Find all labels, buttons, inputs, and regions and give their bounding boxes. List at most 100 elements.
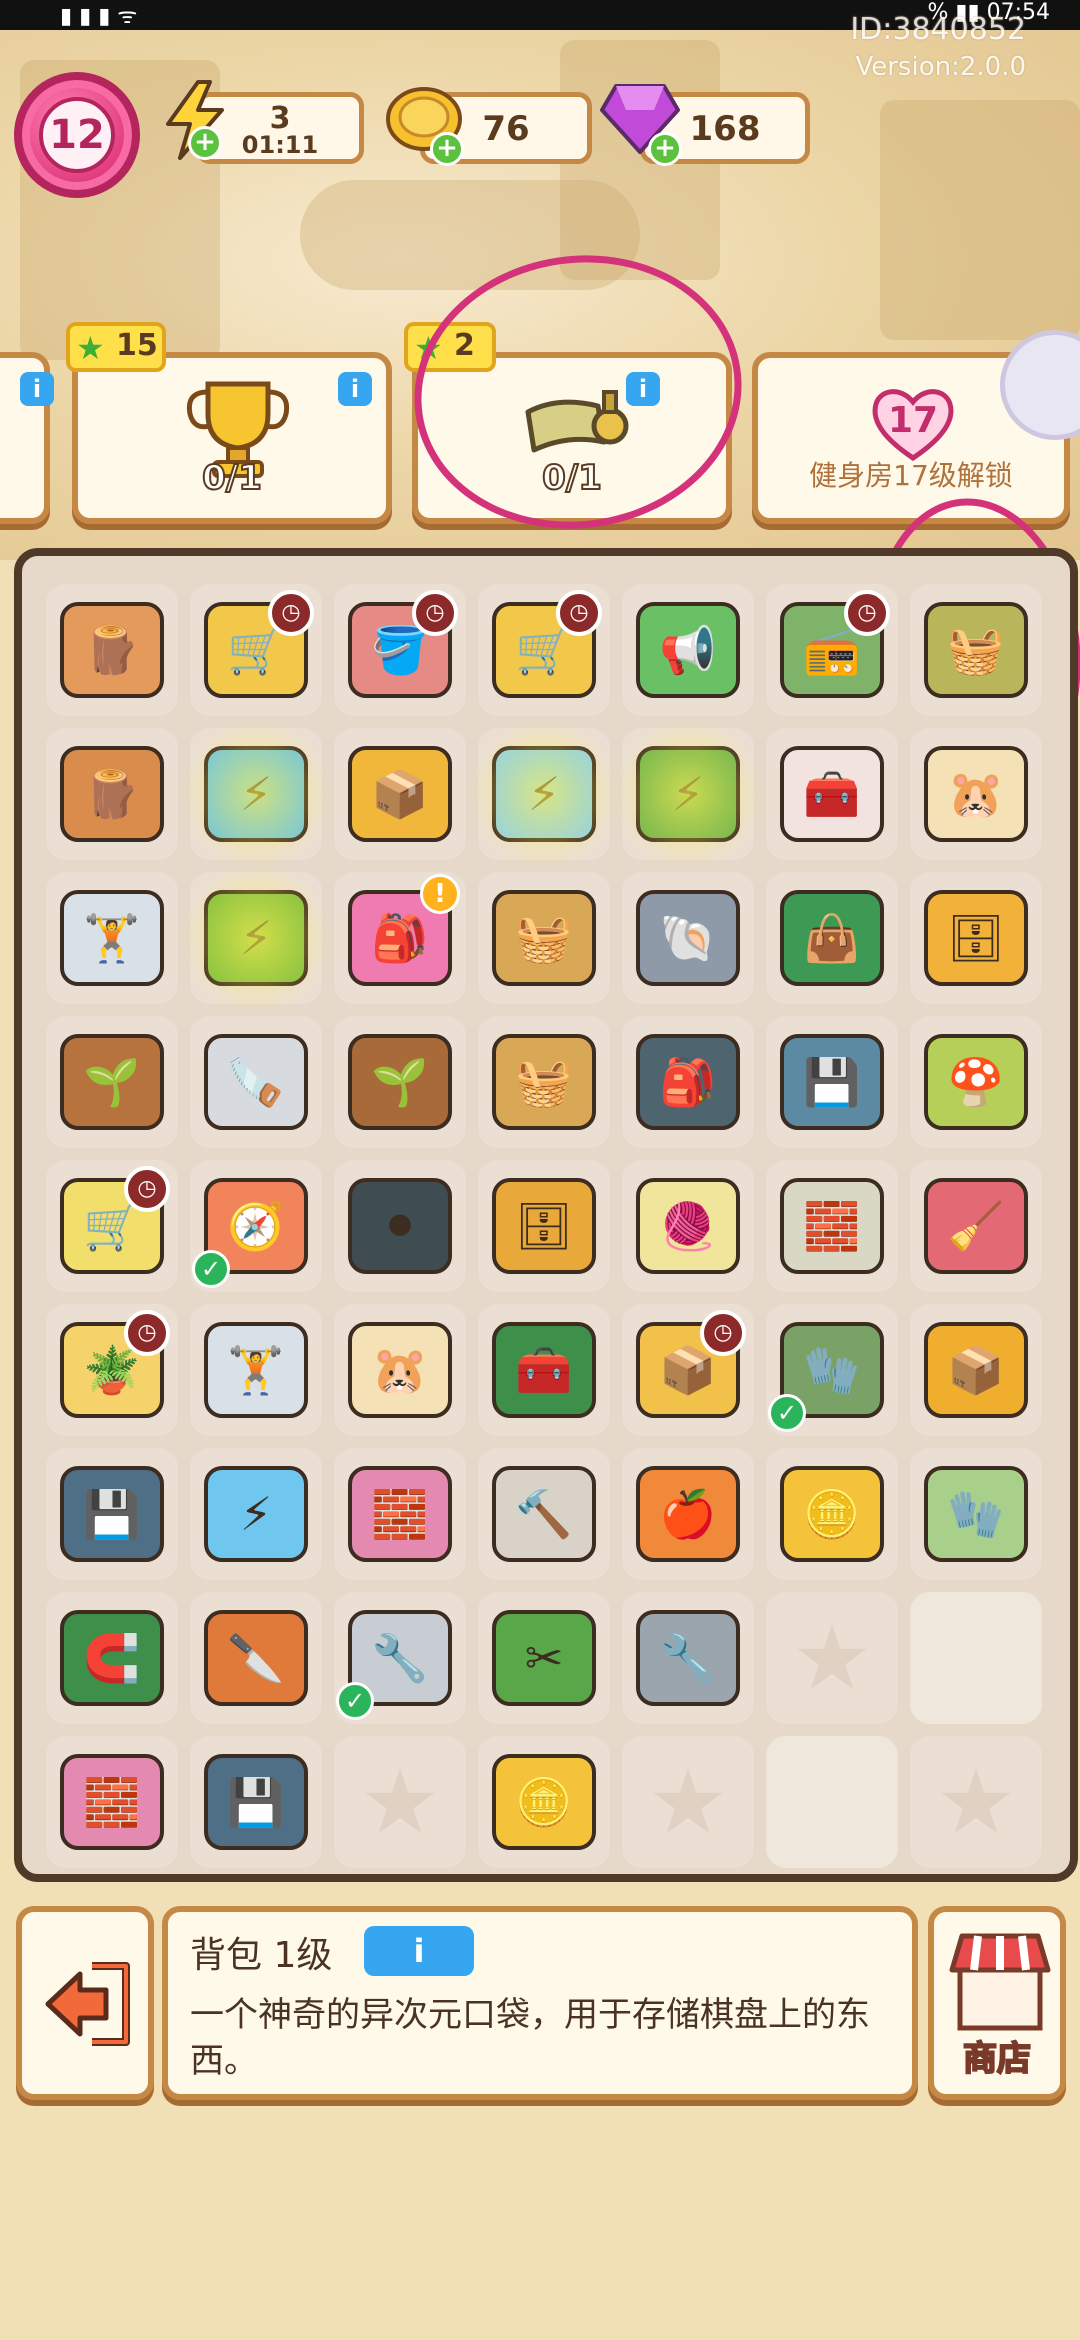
empty-cell[interactable]: [766, 1592, 898, 1724]
empty-cell[interactable]: [622, 1736, 754, 1868]
board-cell[interactable]: 🪵: [46, 728, 178, 860]
board-item-icon[interactable]: 🧰: [780, 746, 884, 842]
board-item-icon[interactable]: ✂: [492, 1610, 596, 1706]
board-cell[interactable]: 💾: [766, 1016, 898, 1148]
board-cell[interactable]: 🪵: [46, 584, 178, 716]
board-cell[interactable]: 🗄: [910, 872, 1042, 1004]
board-cell[interactable]: 🧤: [910, 1448, 1042, 1580]
board-item-icon[interactable]: 🌱: [348, 1034, 452, 1130]
board-cell[interactable]: 💾: [190, 1736, 322, 1868]
board-cell[interactable]: 📦: [910, 1304, 1042, 1436]
board-cell[interactable]: 🧹: [910, 1160, 1042, 1292]
board-item-icon[interactable]: 💾: [780, 1034, 884, 1130]
board-item-icon[interactable]: 🌱: [60, 1034, 164, 1130]
board-item-icon[interactable]: 💾: [60, 1466, 164, 1562]
board-cell[interactable]: 🌱: [46, 1016, 178, 1148]
board-item-icon[interactable]: 🐹: [348, 1322, 452, 1418]
board-cell[interactable]: 🧺: [910, 584, 1042, 716]
board-cell[interactable]: 🪙: [478, 1736, 610, 1868]
board-item-icon[interactable]: 🔨: [492, 1466, 596, 1562]
board-cell[interactable]: 🛒 ◷: [190, 584, 322, 716]
board-item-icon[interactable]: 🔪: [204, 1610, 308, 1706]
board-item-icon[interactable]: ⚡: [204, 1466, 308, 1562]
board-cell[interactable]: 🍎: [622, 1448, 754, 1580]
board-item-icon[interactable]: 🪚: [204, 1034, 308, 1130]
board-cell[interactable]: 🧰: [478, 1304, 610, 1436]
board-item-icon[interactable]: 🏋: [204, 1322, 308, 1418]
info-icon[interactable]: i: [20, 372, 54, 406]
board-cell[interactable]: ⚡: [613, 719, 763, 869]
board-item-icon[interactable]: 🧲: [60, 1610, 164, 1706]
board-item-icon[interactable]: 🧹: [924, 1178, 1028, 1274]
board-cell[interactable]: 🔧 ✓: [334, 1592, 466, 1724]
board-cell[interactable]: 🧶: [622, 1160, 754, 1292]
board-item-icon[interactable]: 📦: [348, 746, 452, 842]
board-item-icon[interactable]: 📢: [636, 602, 740, 698]
board-cell[interactable]: 🏋: [46, 872, 178, 1004]
board-cell[interactable]: 🔪: [190, 1592, 322, 1724]
board-item-icon[interactable]: 🍎: [636, 1466, 740, 1562]
board-item-icon[interactable]: 🧺: [492, 1034, 596, 1130]
add-gems-button[interactable]: +: [648, 132, 682, 166]
exit-button[interactable]: [16, 1906, 154, 2100]
board-item-icon[interactable]: 🍄: [924, 1034, 1028, 1130]
board-item-icon[interactable]: 🐹: [924, 746, 1028, 842]
board-cell[interactable]: 🍄: [910, 1016, 1042, 1148]
board-cell[interactable]: 🧰: [766, 728, 898, 860]
board-cell[interactable]: ⚡: [190, 1448, 322, 1580]
board-item-icon[interactable]: 🔧: [636, 1610, 740, 1706]
board-item-icon[interactable]: 🪙: [780, 1466, 884, 1562]
board-cell[interactable]: 🪣 ◷: [334, 584, 466, 716]
board-item-icon[interactable]: 🎒: [636, 1034, 740, 1130]
board-cell[interactable]: 💾: [46, 1448, 178, 1580]
board-item-icon[interactable]: 🧱: [348, 1466, 452, 1562]
board-cell[interactable]: 🧱: [334, 1448, 466, 1580]
board-item-icon[interactable]: 🪵: [60, 602, 164, 698]
board-item-icon[interactable]: 🗄: [924, 890, 1028, 986]
board-cell[interactable]: 🪚: [190, 1016, 322, 1148]
blank-cell[interactable]: [910, 1592, 1042, 1724]
board-cell[interactable]: 🧭 ✓: [190, 1160, 322, 1292]
board-item-icon[interactable]: 🧱: [780, 1178, 884, 1274]
board-cell[interactable]: 👜: [766, 872, 898, 1004]
board-cell[interactable]: 🗄: [478, 1160, 610, 1292]
empty-cell[interactable]: [334, 1736, 466, 1868]
board-cell[interactable]: 🎒!: [334, 872, 466, 1004]
board-item-icon[interactable]: 🧱: [60, 1754, 164, 1850]
board-cell[interactable]: 🎒: [622, 1016, 754, 1148]
goal-card-trophy[interactable]: i 0/1: [72, 352, 392, 524]
board-item-icon[interactable]: 🪙: [492, 1754, 596, 1850]
board-cell[interactable]: 📻 ◷: [766, 584, 898, 716]
goal-card-partial[interactable]: i: [0, 352, 54, 524]
board-cell[interactable]: 🏋: [190, 1304, 322, 1436]
board-item-icon[interactable]: 🧤: [924, 1466, 1028, 1562]
board-item-icon[interactable]: 💾: [204, 1754, 308, 1850]
info-icon[interactable]: i: [338, 372, 372, 406]
board-cell[interactable]: 🧺: [478, 872, 610, 1004]
board-cell[interactable]: ⚡: [181, 719, 331, 869]
board-item-icon[interactable]: 🪵: [60, 746, 164, 842]
board-cell[interactable]: 📦: [334, 728, 466, 860]
board-cell[interactable]: 🧱: [766, 1160, 898, 1292]
board-cell[interactable]: ✂: [478, 1592, 610, 1724]
add-coins-button[interactable]: +: [430, 132, 464, 166]
board-cell[interactable]: 🧺: [478, 1016, 610, 1148]
board-item-icon[interactable]: 🧶: [636, 1178, 740, 1274]
board-item-icon[interactable]: 📦: [924, 1322, 1028, 1418]
board-cell[interactable]: 🛒 ◷: [46, 1160, 178, 1292]
board-cell[interactable]: 📢: [622, 584, 754, 716]
board-cell[interactable]: 🔧: [622, 1592, 754, 1724]
board-cell[interactable]: 🪴 ◷: [46, 1304, 178, 1436]
board-cell[interactable]: 🛒 ◷: [478, 584, 610, 716]
board-item-icon[interactable]: 🧺: [492, 890, 596, 986]
board-cell[interactable]: 🧲: [46, 1592, 178, 1724]
board-item-icon[interactable]: 🗄: [492, 1178, 596, 1274]
board-cell[interactable]: 🐹: [910, 728, 1042, 860]
board-item-icon[interactable]: 🧺: [924, 602, 1028, 698]
board-cell[interactable]: ⚫: [334, 1160, 466, 1292]
board-item-icon[interactable]: 🐚: [636, 890, 740, 986]
board-cell[interactable]: 🌱: [334, 1016, 466, 1148]
item-info-button[interactable]: i: [364, 1926, 474, 1976]
add-energy-button[interactable]: +: [188, 126, 222, 160]
board-cell[interactable]: ⚡: [181, 863, 331, 1013]
